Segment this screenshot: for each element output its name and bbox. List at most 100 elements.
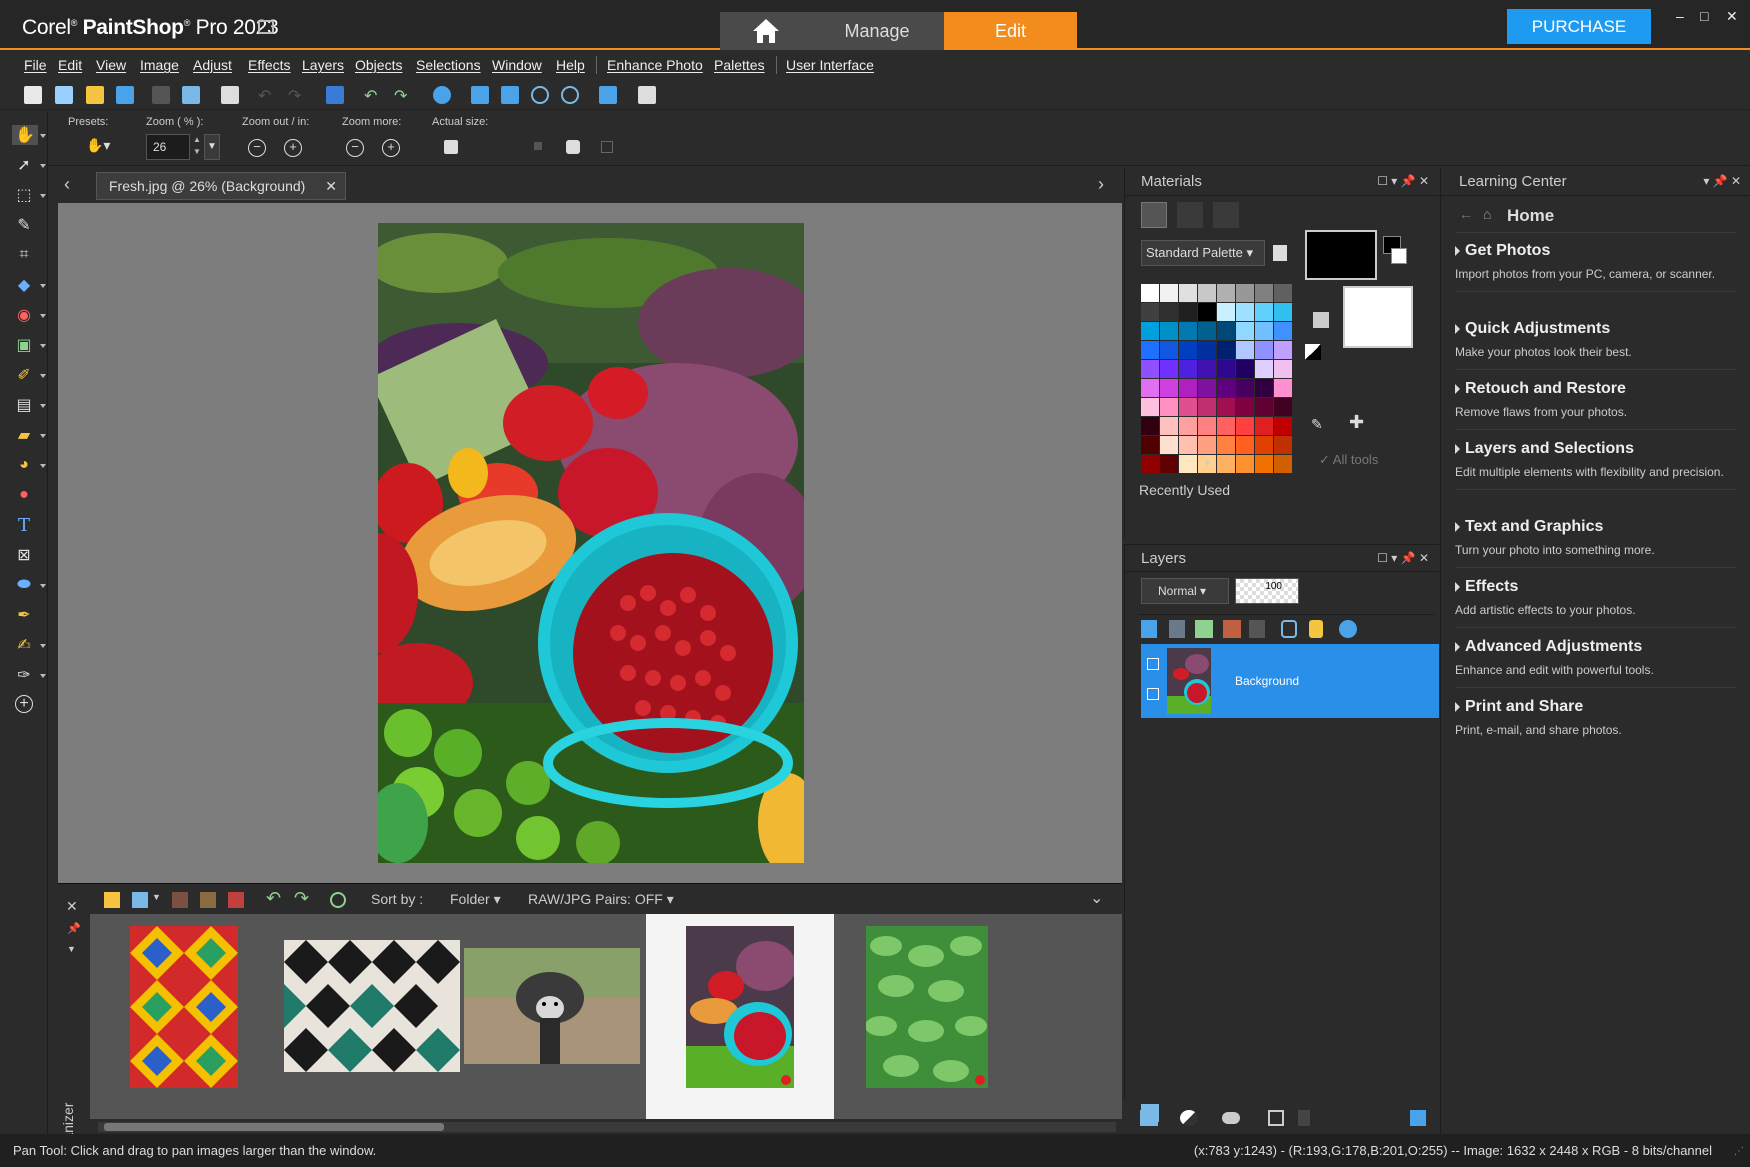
menu-layers[interactable]: Layers	[302, 57, 344, 73]
zoom-100-icon[interactable]	[471, 86, 489, 104]
foreground-color-swatch[interactable]	[1305, 230, 1377, 280]
color-swatch[interactable]	[1141, 398, 1159, 416]
layer-styles-icon[interactable]	[1339, 620, 1357, 638]
color-swatch[interactable]	[1255, 398, 1273, 416]
color-swatch[interactable]	[1255, 379, 1273, 397]
thumbnail-cell[interactable]	[834, 914, 1022, 1119]
color-swatch[interactable]	[1274, 398, 1292, 416]
color-swatch[interactable]	[1274, 341, 1292, 359]
thumbnail-cell[interactable]	[90, 914, 280, 1119]
fill-tool-icon[interactable]: ◕	[14, 455, 34, 475]
info-icon[interactable]	[433, 86, 451, 104]
new-vector-layer-icon[interactable]	[1169, 620, 1185, 638]
color-swatch[interactable]	[1236, 303, 1254, 321]
red-eye-tool-icon[interactable]: ◉	[14, 305, 34, 325]
color-swatch[interactable]	[1198, 360, 1216, 378]
new-file-icon[interactable]	[24, 86, 42, 104]
crop-tool-icon[interactable]: ⌗	[14, 245, 34, 265]
menu-enhance-photo[interactable]: Enhance Photo	[607, 57, 703, 73]
eye-icon[interactable]	[1147, 688, 1159, 700]
palette-select[interactable]: Standard Palette ▾	[1141, 240, 1265, 266]
close-icon[interactable]: ✕	[66, 898, 78, 915]
color-swatch[interactable]	[1274, 455, 1292, 473]
clone-tool-icon[interactable]: ▣	[14, 335, 34, 355]
back-arrow-icon[interactable]: ←	[1459, 206, 1473, 222]
thumbnail-cell[interactable]	[460, 914, 646, 1119]
color-swatch[interactable]	[1179, 417, 1197, 435]
layer-style-dropdown-icon[interactable]	[1222, 1112, 1240, 1124]
color-swatch[interactable]	[1198, 398, 1216, 416]
color-swatch[interactable]	[1236, 379, 1254, 397]
color-swatch[interactable]	[1141, 341, 1159, 359]
color-swatch[interactable]	[1217, 284, 1235, 302]
learning-item-text-and-graphics[interactable]: Text and Graphics Turn your photo into s…	[1455, 518, 1737, 568]
color-swatch[interactable]	[1255, 417, 1273, 435]
menu-selections[interactable]: Selections	[416, 57, 481, 73]
menu-help[interactable]: Help	[556, 57, 585, 73]
color-swatch[interactable]	[1141, 436, 1159, 454]
delete-icon[interactable]	[1298, 1110, 1310, 1126]
menu-image[interactable]: Image	[140, 57, 179, 73]
chevron-down-icon[interactable]: ▼	[1203, 458, 1212, 468]
color-swatch[interactable]	[1274, 303, 1292, 321]
sort-by-dropdown[interactable]: Folder ▾	[450, 891, 501, 908]
color-swatch[interactable]	[1255, 303, 1273, 321]
new-raster-layer-icon[interactable]	[1141, 620, 1157, 638]
photo-fresh-vegetables[interactable]	[378, 223, 804, 863]
pick-tool-icon[interactable]: ➚	[14, 155, 34, 175]
art-media-tool-icon[interactable]: ✍	[14, 635, 34, 655]
home-tab[interactable]	[720, 12, 812, 50]
open-folder-icon[interactable]	[86, 86, 104, 104]
bg-mini-swatch[interactable]	[1391, 248, 1407, 264]
color-swatch[interactable]	[1255, 436, 1273, 454]
new-from-clipboard-icon[interactable]	[55, 86, 73, 104]
add-swatch-icon[interactable]: ✚	[1349, 412, 1364, 433]
redo-icon[interactable]: ↷	[394, 86, 412, 105]
thumbnail-view-icon[interactable]	[132, 892, 148, 908]
scan-icon[interactable]	[116, 86, 134, 104]
color-swatch[interactable]	[1179, 455, 1197, 473]
thumbnail-cell-selected[interactable]	[646, 914, 834, 1119]
dropper-tool-icon[interactable]: ✎	[14, 215, 34, 235]
new-adjustment-layer-icon[interactable]	[1195, 620, 1213, 638]
tag-icon[interactable]	[172, 892, 188, 908]
learning-item-effects[interactable]: Effects Add artistic effects to your pho…	[1455, 578, 1737, 628]
zoom-spinner[interactable]: ▲ ▼	[190, 134, 204, 160]
purchase-button[interactable]: PURCHASE	[1507, 9, 1651, 44]
color-swatch[interactable]	[1198, 322, 1216, 340]
panel-controls[interactable]: ▾ 📌 ✕	[1703, 174, 1741, 188]
color-swatch[interactable]	[1255, 322, 1273, 340]
new-mask-layer-icon[interactable]	[1223, 620, 1241, 638]
group-icon[interactable]	[1268, 1110, 1284, 1126]
scrollbar-thumb[interactable]	[104, 1123, 444, 1131]
learning-item-advanced-adjustments[interactable]: Advanced Adjustments Enhance and edit wi…	[1455, 638, 1737, 688]
rotate-left-icon[interactable]: ↶	[266, 888, 281, 909]
menu-edit[interactable]: Edit	[58, 57, 82, 73]
all-tools-checkbox[interactable]: ✓ All tools	[1319, 452, 1378, 468]
color-swatch[interactable]	[1179, 341, 1197, 359]
pan-preset-icon[interactable]: ✋▾	[86, 137, 110, 154]
full-screen-icon[interactable]	[599, 86, 617, 104]
thumbnail-diamond-rug[interactable]	[130, 926, 238, 1088]
color-swatch[interactable]	[1236, 322, 1254, 340]
delete-layer-icon[interactable]	[1249, 620, 1265, 638]
color-swatch[interactable]	[1179, 398, 1197, 416]
color-swatch[interactable]	[1217, 360, 1235, 378]
color-swatch[interactable]	[1198, 284, 1216, 302]
color-swatch[interactable]	[1274, 322, 1292, 340]
layer-visibility-icon[interactable]	[1147, 658, 1159, 670]
color-swatch[interactable]	[1274, 284, 1292, 302]
rotate-right-icon[interactable]: ↷	[294, 888, 309, 909]
color-swatch[interactable]	[1179, 379, 1197, 397]
zoom-in-button[interactable]: +	[284, 139, 302, 157]
swatches-tab-icon[interactable]	[1141, 202, 1167, 228]
fit-icon[interactable]	[566, 140, 580, 154]
color-swatch[interactable]	[1217, 322, 1235, 340]
zoom-more-in-button[interactable]: +	[382, 139, 400, 157]
color-swatch[interactable]	[1179, 303, 1197, 321]
mask-dropdown-icon[interactable]	[1180, 1110, 1198, 1126]
color-swatch[interactable]	[1160, 284, 1178, 302]
learning-item-retouch-and-restore[interactable]: Retouch and Restore Remove flaws from yo…	[1455, 380, 1737, 430]
menu-view[interactable]: View	[96, 57, 126, 73]
menu-palettes[interactable]: Palettes	[714, 57, 765, 73]
